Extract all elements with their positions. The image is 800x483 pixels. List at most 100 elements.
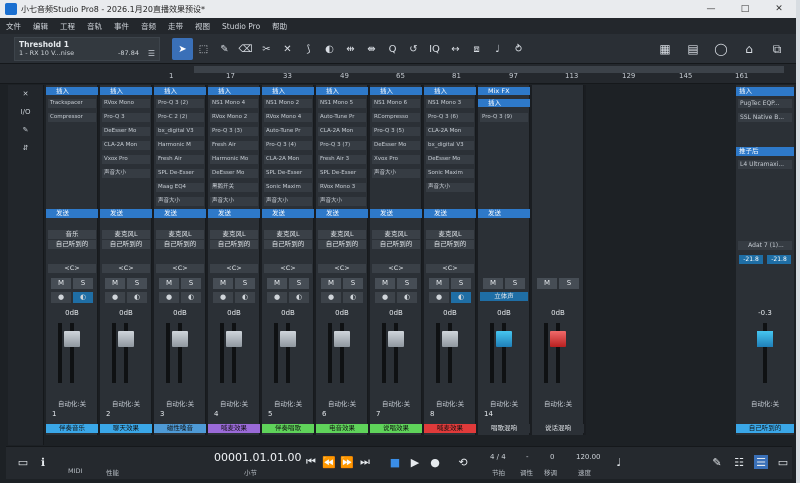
pan-control[interactable]: <C> — [372, 264, 420, 273]
insert-slot[interactable]: Auto-Tune Pr — [318, 113, 366, 122]
close-icon[interactable]: ✕ — [8, 85, 43, 103]
post-fader-header[interactable]: 推子后 — [736, 147, 794, 156]
insert-slot[interactable]: Pro-Q 3 (3) — [210, 127, 258, 136]
time-display[interactable]: 00001.01.01.00 — [214, 451, 301, 464]
solo-button[interactable]: S — [127, 278, 147, 289]
output-selector[interactable]: 自己听到的 — [318, 240, 366, 249]
mute-button[interactable]: M — [267, 278, 287, 289]
record-arm-icon[interactable]: ● — [213, 292, 233, 303]
pan-control[interactable]: <C> — [318, 264, 366, 273]
mute-button[interactable]: M — [105, 278, 125, 289]
screens-icon[interactable]: ⧉ — [766, 38, 788, 60]
record-arm-icon[interactable]: ● — [267, 292, 287, 303]
panel-toggle-icon[interactable]: ▭ — [16, 455, 30, 469]
fader-handle[interactable] — [334, 331, 350, 347]
channel-name[interactable]: 说话混响 — [532, 424, 584, 433]
channel-name[interactable]: 磁性嗓音 — [154, 424, 206, 433]
automation-mode[interactable]: 自动化:关 — [154, 398, 206, 408]
output-selector[interactable]: 自己听到的 — [372, 240, 420, 249]
insert-slot[interactable]: CLA-2A Mon — [264, 155, 312, 164]
insert-header[interactable]: 插入 — [208, 87, 260, 95]
insert-slot[interactable]: NS1 Mono 6 — [372, 99, 420, 108]
send-header[interactable]: 发送 — [478, 209, 530, 218]
insert-slot[interactable]: Pro-Q 3 (2) — [156, 99, 204, 108]
insert-slot[interactable]: 黑鹅开关 — [210, 183, 258, 192]
monitor-icon[interactable]: ◐ — [397, 292, 417, 303]
insert-slot[interactable]: Vxox Pro — [102, 155, 150, 164]
user-icon[interactable]: ◯ — [710, 38, 732, 60]
fader-handle[interactable] — [550, 331, 566, 347]
automation-mode[interactable]: 自动化:关 — [424, 398, 476, 408]
input-selector[interactable]: 麦克风L — [156, 230, 204, 239]
insert-slot[interactable]: SPL De-Esser — [264, 169, 312, 178]
stop-icon[interactable]: ■ — [388, 455, 402, 469]
output-selector[interactable]: 自己听到的 — [426, 240, 474, 249]
info-icon[interactable]: ℹ — [36, 455, 50, 469]
menu-audio[interactable]: 音频 — [135, 21, 162, 32]
channel-name[interactable]: 伴奏唱歌 — [262, 424, 314, 433]
rewind-icon[interactable]: ⏪ — [322, 455, 336, 469]
insert-slot[interactable]: CLA-2A Mon — [102, 141, 150, 150]
track-info-panel[interactable]: Threshold 1 1 - RX 10 V...nise -87.84 ☰ — [14, 37, 160, 61]
fast-forward-icon[interactable]: ⏩ — [340, 455, 354, 469]
insert-slot[interactable]: RVox Mono 3 — [318, 183, 366, 192]
monitor-icon[interactable]: ◐ — [181, 292, 201, 303]
auto-scroll-icon[interactable]: ↺ — [403, 38, 424, 60]
mute-button[interactable]: M — [159, 278, 179, 289]
solo-button[interactable]: S — [397, 278, 417, 289]
metronome-icon[interactable]: ♩ — [487, 38, 508, 60]
input-selector[interactable]: 麦克风L — [426, 230, 474, 239]
layout-icon[interactable]: ▤ — [682, 38, 704, 60]
menu-studio-pro[interactable]: Studio Pro — [216, 22, 266, 31]
time-unit[interactable]: 小节 — [244, 467, 257, 477]
minimize-button[interactable]: — — [694, 0, 728, 18]
fader-handle[interactable] — [172, 331, 188, 347]
insert-slot[interactable]: Auto-Tune Pr — [264, 127, 312, 136]
automation-mode[interactable]: 自动化:关 — [316, 398, 368, 408]
input-selector[interactable]: 麦克风L — [102, 230, 150, 239]
channel-name[interactable]: 聊天效果 — [100, 424, 152, 433]
return-to-zero-icon[interactable]: ⏮ — [304, 455, 318, 469]
automation-mode[interactable]: 自动化:关 — [46, 398, 98, 408]
routing-icon[interactable]: ⇵ — [8, 139, 43, 157]
automation-mode[interactable]: 自动化:关 — [478, 398, 530, 408]
mute-button[interactable]: M — [375, 278, 395, 289]
send-header[interactable]: 发送 — [46, 209, 98, 218]
menu-transport[interactable]: 走带 — [162, 21, 189, 32]
insert-slot[interactable]: Sonic Maxim — [264, 183, 312, 192]
insert-slot[interactable]: Fresh Air — [210, 141, 258, 150]
automation-mode[interactable]: 自动化:关 — [262, 398, 314, 408]
automation-mode[interactable]: 自动化:关 — [532, 398, 584, 408]
insert-slot[interactable]: 声音大小 — [426, 183, 474, 192]
automation-mode[interactable]: 自动化:关 — [736, 398, 794, 408]
mute-button[interactable]: M — [51, 278, 71, 289]
snap-icon[interactable]: ⇹ — [340, 38, 361, 60]
insert-slot[interactable]: NS1 Mono 5 — [318, 99, 366, 108]
solo-button[interactable]: S — [73, 278, 93, 289]
close-button[interactable]: ✕ — [762, 0, 796, 18]
channel-name[interactable]: 说唱效果 — [370, 424, 422, 433]
arrow-tool-icon[interactable]: ➤ — [172, 38, 193, 60]
browser-icon[interactable]: ▭ — [776, 455, 790, 469]
output-selector[interactable]: 自己听到的 — [264, 240, 312, 249]
insert-slot[interactable]: CLA-2A Mon — [318, 127, 366, 136]
mute-button[interactable]: M — [429, 278, 449, 289]
insert-slot[interactable]: NS1 Mono 2 — [264, 99, 312, 108]
output-selector[interactable]: 自己听到的 — [156, 240, 204, 249]
insert-header[interactable]: 插入 — [154, 87, 206, 95]
pan-control[interactable]: <C> — [264, 264, 312, 273]
insert-header[interactable]: 插入 — [478, 99, 530, 107]
solo-button[interactable]: S — [451, 278, 471, 289]
input-selector[interactable]: 音乐 — [48, 230, 96, 239]
menu-track[interactable]: 音轨 — [81, 21, 108, 32]
split-tool-icon[interactable]: ✂ — [256, 38, 277, 60]
insert-slot[interactable]: Harmonic Mo — [210, 155, 258, 164]
insert-slot[interactable]: Pro-Q 3 (4) — [264, 141, 312, 150]
key-value[interactable]: - — [526, 453, 529, 461]
insert-header[interactable]: 插入 — [370, 87, 422, 95]
channel-name[interactable]: 喊麦效果 — [208, 424, 260, 433]
insert-slot[interactable]: Pro-Q 3 — [102, 113, 150, 122]
send-header[interactable]: 发送 — [262, 209, 314, 218]
insert-slot[interactable]: NS1 Mono 3 — [426, 99, 474, 108]
insert-slot[interactable]: PugTec EQP... — [738, 99, 792, 108]
